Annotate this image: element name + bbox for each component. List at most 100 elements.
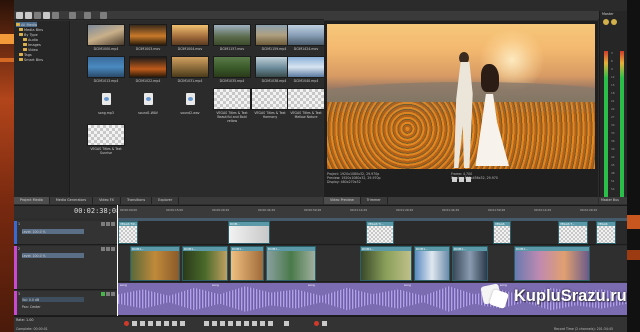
mute-icon[interactable] (106, 292, 110, 296)
timeline-clip[interactable]: VEGAS Titl... (118, 221, 138, 244)
media-item[interactable]: DCIM1157.mov (213, 24, 251, 52)
media-item[interactable]: DCIM1031.mp4 (171, 56, 209, 84)
folder-icon (19, 33, 23, 36)
snapping-icon[interactable] (244, 321, 249, 326)
play-from-start-icon[interactable] (140, 321, 145, 326)
track-header-3[interactable]: 3 Vol: 0.0 dB Pan: Center (14, 291, 118, 316)
envelope-tool-icon[interactable] (212, 321, 217, 326)
markers-icon[interactable] (284, 321, 289, 326)
media-item[interactable]: VEGAS Titles & Text Beautiful and Bold y… (213, 88, 251, 122)
track-color (14, 291, 17, 315)
tab-master-bus[interactable]: Master Bus (599, 197, 627, 204)
region-icon[interactable] (314, 321, 319, 326)
solo-icon[interactable] (106, 222, 110, 226)
import-icon[interactable] (16, 12, 23, 19)
go-to-end-icon[interactable] (180, 321, 185, 326)
ignore-grouping-icon[interactable] (268, 321, 273, 326)
media-item[interactable]: song.mp3 (87, 88, 125, 116)
lock-envelopes-icon[interactable] (260, 321, 265, 326)
fx-icon[interactable] (111, 247, 115, 251)
media-item[interactable]: DCIM1022.mp4 (129, 56, 167, 84)
tab-video-preview[interactable]: Video Preview (324, 197, 361, 204)
master-meter-right (620, 51, 624, 201)
timeline-clip[interactable]: DCIM1... (266, 246, 316, 281)
capture-icon[interactable] (25, 12, 32, 19)
timeline-clip[interactable]: DCIM... (228, 221, 270, 244)
timeline-clip[interactable]: DCIM1... (230, 246, 264, 281)
pause-icon[interactable] (459, 177, 464, 182)
media-item[interactable]: DCIM1003.mov (129, 24, 167, 52)
timeline-clip[interactable]: DCIM1... (514, 246, 590, 281)
media-item[interactable]: DCIM1040.mp4 (287, 56, 325, 84)
media-item[interactable]: VEGAS Titles & Text Sunrise (87, 124, 125, 158)
views-icon[interactable] (43, 12, 50, 19)
tab-video-fx[interactable]: Video FX (93, 197, 121, 204)
tab-project-media[interactable]: Project Media (14, 197, 50, 204)
media-thumbnail (87, 88, 125, 110)
stop-icon[interactable] (466, 177, 471, 182)
media-item[interactable]: DCIM1424.mov (287, 24, 325, 52)
split-screen-view-icon[interactable] (322, 321, 327, 326)
record-icon[interactable] (124, 321, 129, 326)
refresh-icon[interactable] (34, 12, 41, 19)
tab-transitions[interactable]: Transitions (121, 197, 153, 204)
selection-tool-icon[interactable] (220, 321, 225, 326)
master-fx-icon[interactable] (603, 19, 609, 25)
tab-explorer[interactable]: Explorer (152, 197, 180, 204)
media-item[interactable]: VEGAS Titles & Text Mellow Nature (287, 88, 325, 122)
timeline-clip[interactable]: DCIM1... (452, 246, 488, 281)
ruler-tick-label: 00:02:14;29 (534, 208, 552, 212)
timeline-clip[interactable]: VEGAS T... (558, 221, 588, 244)
media-item[interactable]: sound1.WAV (129, 88, 167, 116)
tab-trimmer[interactable]: Trimmer (361, 197, 388, 204)
timeline-clip[interactable]: DCIM1... (182, 246, 228, 281)
play-icon[interactable] (148, 321, 153, 326)
media-item[interactable]: DCIM1004.mov (171, 24, 209, 52)
timeline-clip[interactable]: DCIM1... (414, 246, 450, 281)
track-header-2[interactable]: 2 Level: 100.0 % (14, 246, 118, 290)
clip-thumbnail (559, 226, 587, 243)
media-item[interactable]: DCIM1013.mp4 (87, 56, 125, 84)
go-to-start-icon[interactable] (172, 321, 177, 326)
delete-icon[interactable] (52, 12, 59, 19)
media-item[interactable]: DCIM1035.mp4 (213, 56, 251, 84)
timeline-clip[interactable]: DCIM1... (130, 246, 180, 281)
auto-preview-icon[interactable] (84, 12, 91, 19)
solo-icon[interactable] (111, 292, 115, 296)
media-item[interactable]: sound2.wav (171, 88, 209, 116)
auto-ripple-icon[interactable] (252, 321, 257, 326)
stop-icon[interactable] (164, 321, 169, 326)
play-icon[interactable] (69, 12, 76, 19)
loop-icon[interactable] (132, 321, 137, 326)
fx-icon[interactable] (111, 222, 115, 226)
meter-tick: 27 (611, 115, 615, 119)
track-pan-label: Pan: Center (22, 305, 41, 309)
clip-title: song (120, 283, 127, 287)
playhead-cursor[interactable] (117, 205, 118, 316)
timeline-clip[interactable]: VEGAS (596, 221, 616, 244)
ruler-tick-label: 00:01:14;29 (350, 208, 368, 212)
timeline-clip[interactable]: VEGAS Ti... (366, 221, 394, 244)
timeline-clip[interactable]: DCIM1... (360, 246, 412, 281)
media-thumbnail (213, 56, 251, 78)
preview-header (324, 11, 598, 20)
timeline-header: 00:02:38;08 00:00:00;00 00:00:15;00 00:0… (14, 205, 627, 219)
master-mute-icon[interactable] (611, 19, 617, 25)
play-icon[interactable] (452, 177, 457, 182)
arm-record-icon[interactable] (101, 292, 105, 296)
normal-edit-tool-icon[interactable] (204, 321, 209, 326)
solo-icon[interactable] (106, 247, 110, 251)
media-item[interactable]: VEGAS Titles & Text Harmony (251, 88, 289, 122)
mute-icon[interactable] (101, 222, 105, 226)
view-options-icon[interactable] (100, 12, 107, 19)
media-item[interactable]: DCIM1000.mp4 (87, 24, 125, 52)
track-header-1[interactable]: 1 Level: 100.0 % (14, 221, 118, 245)
mute-icon[interactable] (101, 247, 105, 251)
tab-media-generators[interactable]: Media Generators (50, 197, 94, 204)
ruler-tick-label: 00:00:59;28 (304, 208, 322, 212)
tree-item-smart-bins[interactable]: Smart Bins (19, 57, 43, 62)
trim-icon[interactable] (236, 321, 241, 326)
pause-icon[interactable] (156, 321, 161, 326)
timeline-clip[interactable]: VEGAS (493, 221, 511, 244)
split-icon[interactable] (228, 321, 233, 326)
